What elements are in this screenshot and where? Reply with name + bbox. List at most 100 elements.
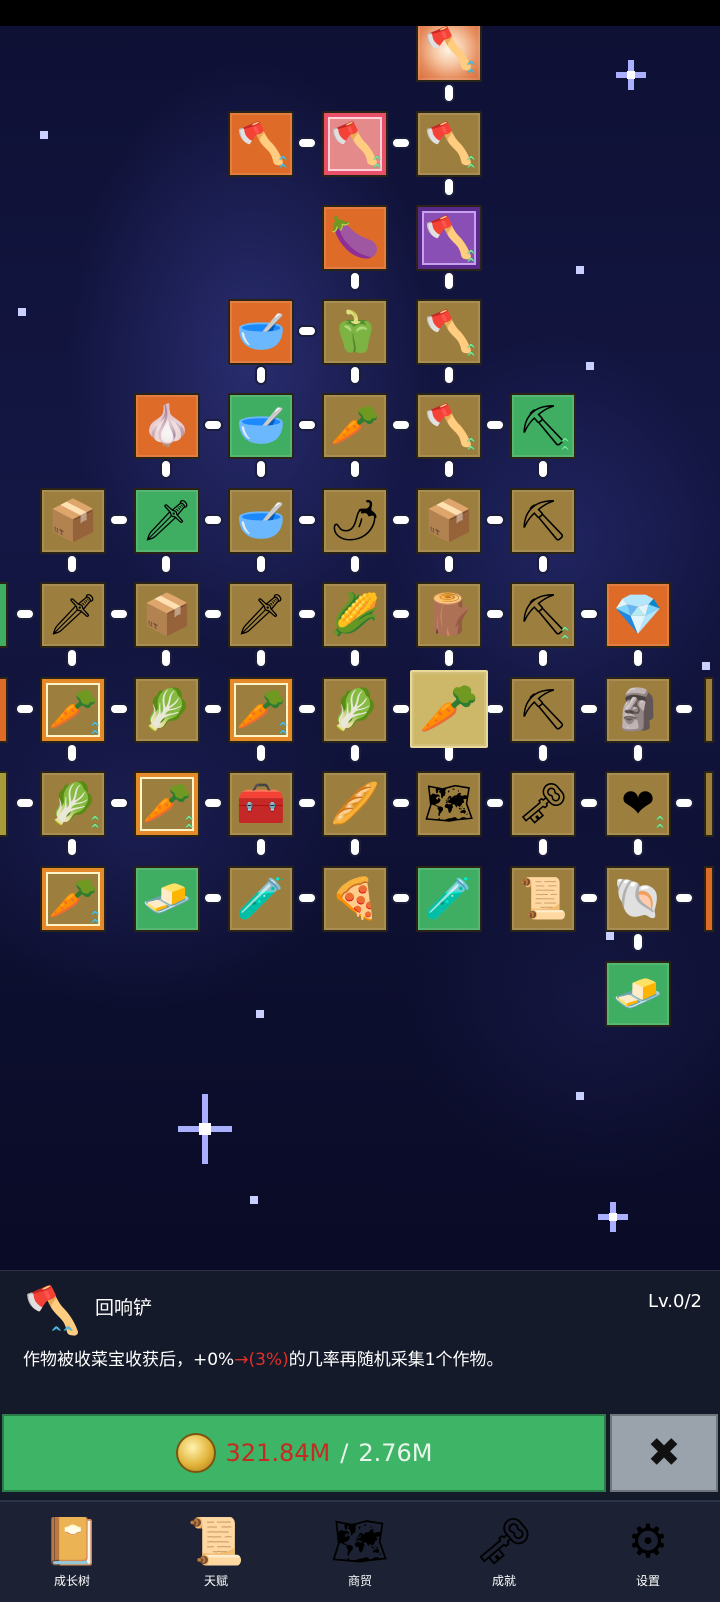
skill-name: 回响铲 [95,1297,153,1319]
skill-node-key[interactable]: 🗝 [510,771,576,837]
tree-connector [255,554,267,574]
star [250,1196,258,1204]
tree-connector [537,837,549,857]
bowl-icon: 🥣 [236,309,286,355]
skill-node-crystal[interactable]: 💎 [605,582,671,648]
skill-node-garlic[interactable]: 🧄 [134,393,200,459]
skill-node-potion[interactable]: 🧪 [228,866,294,932]
skill-node-shovel[interactable]: 🪓 ^ ^ [416,26,482,82]
skill-node-sword[interactable]: 🗡 [134,488,200,554]
nav-label: 设置 [635,1574,660,1588]
scroll-icon: 📜 [187,1514,245,1568]
key-icon: 🗝 [517,781,569,827]
upgrade-arrow-icon: ^ ^ [465,342,476,364]
skill-node-chest[interactable]: 🧰 [228,771,294,837]
skill-node-pickaxe[interactable]: ⛏ ^ ^ [510,582,576,648]
tree-connector [443,365,455,385]
close-button[interactable]: ✖ [610,1414,718,1492]
skill-node-radish[interactable]: 🥕 [322,393,388,459]
skill-node-eggplant[interactable]: 🍆 [322,205,388,271]
skill-node-potion[interactable]: 🧪 [416,866,482,932]
upgrade-arrow-icon: ^ ^ [465,248,476,270]
tree-connector [537,648,549,668]
skill-node-shovel[interactable]: 🪓 ^ ^ [416,299,482,365]
tree-connector [349,648,361,668]
skill-node-shovel[interactable]: 🪓 ^ ^ [228,111,294,177]
skill-node-carrot[interactable]: 🥕 ^ ^ [40,866,106,932]
nav-label: 天赋 [203,1574,228,1588]
nav-settings[interactable]: ⚙ 设置 [576,1502,720,1602]
upgrade-arrow-icon: ^ ^ [371,154,382,176]
skill-node-pickaxe[interactable]: ⛏ [510,677,576,743]
skill-node-bowl[interactable]: 🥣 [228,299,294,365]
skill-node-pickaxe[interactable]: ⛏ [510,488,576,554]
skill-tree-canvas[interactable]: 🪓 ^ ^ 🪓 ^ ^ 🪓 ^ ^ 🪓 ^ ^ 🍆 🪓 ^ ^ 🥣 🫑 🪓 ^ ^ 🧄 🥣 🥕 🪓 ^ ^ ⛏ ^ ^ 📦 🗡 🥣 🌶 📦 ⛏ 🗡 📦 🗡 🌽… [0,26,720,1270]
potion-icon: 🧪 [424,876,474,922]
skill-node-chili[interactable]: 🌶 [322,488,388,554]
tree-connector [674,703,694,715]
skill-node-pizza[interactable]: 🍕 [322,866,388,932]
upgrade-button[interactable]: 321.84M / 2.76M [2,1414,606,1492]
tree-connector [255,743,267,763]
skill-node-sword[interactable]: 🗡 [40,582,106,648]
coin-icon [175,1433,216,1473]
skill-node-crate[interactable]: 📦 [40,488,106,554]
skill-node-map[interactable]: 🗺 [416,771,482,837]
tree-connector [485,419,505,431]
tree-connector [349,365,361,385]
skill-node-parsnip[interactable]: 🥖 [322,771,388,837]
pizza-icon: 🍕 [330,876,380,922]
skill-node-carrot[interactable]: 🥕 ^ ^ [228,677,294,743]
upgrade-arrow-icon: ^ ^ [89,909,100,931]
tree-connector [255,648,267,668]
skill-node-cabbage[interactable]: 🥬 [322,677,388,743]
skill-node-bowl[interactable]: 🥣 [228,488,294,554]
tree-connector [485,514,505,526]
nav-talent[interactable]: 📜 天赋 [144,1502,288,1602]
pickaxe-icon: ⛏ [517,687,569,733]
skill-node-corn[interactable]: 🌽 [322,582,388,648]
sword-icon: 🗡 [141,498,193,544]
nav-growth-tree[interactable]: 📔 成长树 [0,1502,144,1602]
stick-icon: 🪵 [424,592,474,638]
skill-node-cabbage[interactable]: 🥬 [134,677,200,743]
skill-node-carrot[interactable]: 🥕 ^ ^ [40,677,106,743]
skill-node-shovel[interactable]: 🪓 ^ ^ [322,111,388,177]
upgrade-arrow-icon: ^ ^ [277,720,288,742]
skill-node-sword[interactable]: 🗡 [228,582,294,648]
skill-node-statue[interactable]: 🗿 [605,677,671,743]
skill-node-fossil[interactable]: 🐚 [605,866,671,932]
skill-node-crate[interactable]: 📦 [134,582,200,648]
skill-node-pepper[interactable]: 🫑 [322,299,388,365]
skill-node-shovel[interactable]: 🪓 ^ ^ [416,205,482,271]
sword-icon: 🗡 [235,592,287,638]
skill-node-carrot-selected[interactable]: 🥕 [410,670,488,748]
skill-node-cabbage[interactable]: 🥬 ^ ^ [40,771,106,837]
skill-node-gold-bar[interactable]: 🧈 [134,866,200,932]
skill-node-gold-bar[interactable]: 🧈 [605,961,671,1027]
tree-connector [66,554,78,574]
key-icon: 🗝 [474,1514,534,1568]
tree-connector [537,554,549,574]
tree-connector [255,365,267,385]
skill-node-partial [704,771,714,837]
upgrade-arrow-icon: ^ ^ [277,154,288,176]
skill-node-bowl[interactable]: 🥣 [228,393,294,459]
nav-achievements[interactable]: 🗝 成就 [432,1502,576,1602]
tree-connector [349,837,361,857]
tree-connector [66,743,78,763]
skill-node-partial [704,677,714,743]
tree-connector [297,703,317,715]
nav-trade[interactable]: 🗺 商贸 [288,1502,432,1602]
skill-node-pickaxe[interactable]: ⛏ ^ ^ [510,393,576,459]
pepper-icon: 🫑 [330,309,380,355]
skill-node-stick[interactable]: 🪵 [416,582,482,648]
skill-node-scroll[interactable]: 📜 [510,866,576,932]
tree-connector [632,743,644,763]
skill-node-crate[interactable]: 📦 [416,488,482,554]
skill-node-shovel[interactable]: 🪓 ^ ^ [416,393,482,459]
coins-owned: 321.84M [225,1439,331,1467]
skill-node-shovel[interactable]: 🪓 ^ ^ [416,111,482,177]
skill-node-heart[interactable]: ❤ ^ ^ [605,771,671,837]
skill-node-carrot[interactable]: 🥕 ^ ^ [134,771,200,837]
